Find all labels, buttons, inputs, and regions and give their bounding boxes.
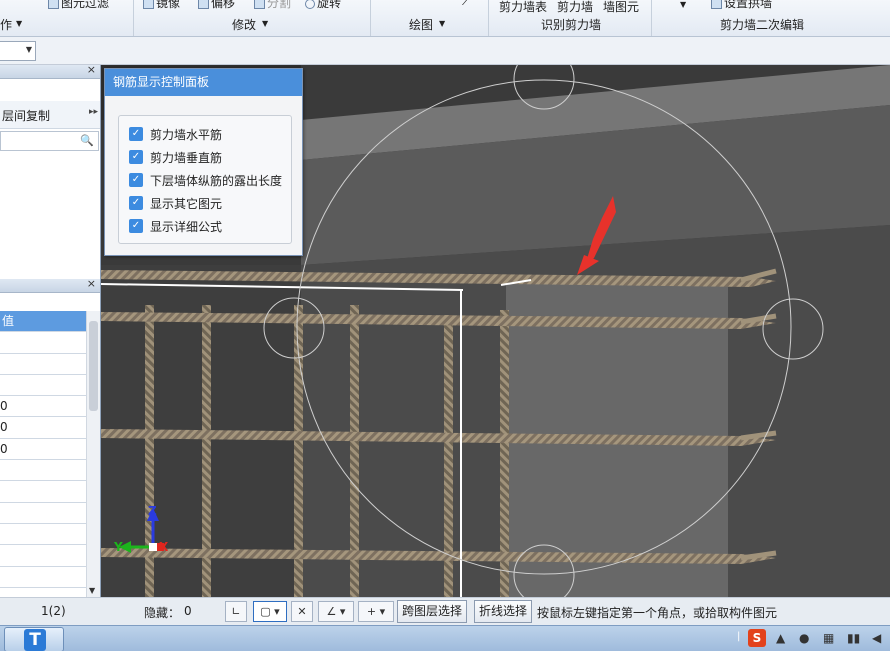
- checkbox-checked-icon[interactable]: ✓: [129, 127, 143, 141]
- filter-icon: [48, 0, 59, 9]
- status-bar: 1(2) 隐藏： 0 ∟ ▢ ▾ ✕ ∠ ▾ + ▾ 跨图层选择 折线选择 按鼠…: [0, 597, 890, 625]
- property-row[interactable]: 0: [0, 439, 86, 461]
- group-draw[interactable]: 绘图: [409, 16, 433, 33]
- rebar-option[interactable]: ✓ 显示其它图元: [129, 194, 222, 212]
- rebar-option-label: 显示其它图元: [150, 196, 223, 211]
- filter-button[interactable]: 图元过滤: [48, 0, 109, 11]
- checkbox-checked-icon[interactable]: ✓: [129, 150, 143, 164]
- group-operate[interactable]: 作: [0, 16, 12, 33]
- panel-title[interactable]: 钢筋显示控制面板: [105, 69, 302, 96]
- property-row[interactable]: [0, 332, 86, 354]
- search-input[interactable]: 🔍: [0, 131, 99, 151]
- floor-copy-button[interactable]: 层间复制: [2, 107, 50, 124]
- axis-z-label: Z: [148, 504, 157, 518]
- group-draw-dropdown-icon[interactable]: ▼: [439, 19, 445, 28]
- wall-element-button[interactable]: 墙图元: [603, 0, 639, 15]
- split-icon: [254, 0, 265, 9]
- angle-icon[interactable]: ∠ ▾: [318, 601, 354, 622]
- close-icon[interactable]: ×: [87, 63, 96, 76]
- component-list-header: ×: [0, 63, 100, 79]
- select-box-icon[interactable]: ▢ ▾: [253, 601, 287, 622]
- secondary-toolbar: ▼: [0, 37, 890, 65]
- left-panel: × 层间复制 ▸▸ 🔍 × 值 000 ▼: [0, 63, 101, 597]
- close-icon[interactable]: ×: [87, 277, 96, 290]
- property-row[interactable]: [0, 375, 86, 397]
- snap-off-icon[interactable]: ✕: [291, 601, 313, 622]
- edit-dropdown-icon[interactable]: ▼: [680, 0, 686, 9]
- property-row[interactable]: 0: [0, 396, 86, 418]
- arch-wall-icon: [711, 0, 722, 9]
- offset-icon: [198, 0, 209, 9]
- taskbar-app-button[interactable]: T: [4, 627, 64, 651]
- axis-x-label: X: [159, 540, 169, 554]
- ribbon: 图元过滤 作 ▼ 镜像 偏移 分割 旋转 修改 ▼ ⟋ 绘图 ▼ 剪力墙表 剪力…: [0, 0, 890, 37]
- group-identify-wall: 识别剪力墙: [541, 18, 602, 32]
- property-row[interactable]: [0, 567, 86, 588]
- qq-icon[interactable]: ●: [799, 631, 809, 645]
- signal-icon[interactable]: ▮▮: [847, 631, 860, 645]
- volume-icon[interactable]: ◀: [872, 631, 881, 645]
- property-row[interactable]: [0, 460, 86, 482]
- draw-line-icon[interactable]: ⟋: [462, 0, 470, 9]
- checkbox-checked-icon[interactable]: ✓: [129, 196, 143, 210]
- property-row[interactable]: [0, 503, 86, 524]
- status-hint: 按鼠标左键指定第一个角点，或拾取构件图元: [537, 606, 778, 620]
- option-group: ✓ 剪力墙水平筋 ✓ 剪力墙垂直筋 ✓ 下层墙体纵筋的露出长度 ✓ 显示其它图元 ✓ 显示详细公式: [118, 115, 292, 244]
- checkbox-checked-icon[interactable]: ✓: [129, 219, 143, 233]
- rebar-option-label: 剪力墙垂直筋: [150, 150, 223, 165]
- property-scrollbar[interactable]: ▼: [86, 311, 100, 597]
- property-row[interactable]: 0: [0, 417, 86, 439]
- group-wall-secondary-edit: 剪力墙二次编辑: [720, 18, 805, 32]
- property-value-header: 值: [0, 311, 86, 333]
- ortho-icon[interactable]: ∟: [225, 601, 247, 622]
- offset-button[interactable]: 偏移: [198, 0, 235, 11]
- rotate-icon: [305, 0, 315, 9]
- cross-layer-select-button[interactable]: 跨图层选择: [397, 600, 468, 623]
- property-panel-header: ×: [0, 277, 100, 293]
- rebar-display-panel: 钢筋显示控制面板 ✓ 剪力墙水平筋 ✓ 剪力墙垂直筋 ✓ 下层墙体纵筋的露出长度 ✓ 显示其它…: [104, 68, 303, 256]
- polyline-select-button[interactable]: 折线选择: [474, 600, 533, 623]
- set-arch-wall-button[interactable]: 设置拱墙: [711, 0, 772, 11]
- group-modify[interactable]: 修改: [232, 16, 256, 33]
- property-row[interactable]: [0, 545, 86, 567]
- rebar-option[interactable]: ✓ 下层墙体纵筋的露出长度: [129, 171, 282, 189]
- split-button[interactable]: 分割: [254, 0, 291, 11]
- more-icon[interactable]: ▸▸: [89, 107, 98, 117]
- rebar-option[interactable]: ✓ 剪力墙水平筋: [129, 125, 222, 143]
- chevron-down-icon: ▼: [25, 45, 32, 54]
- arrow-up-icon[interactable]: ▲: [776, 631, 785, 645]
- app-icon: T: [24, 629, 46, 651]
- group-modify-dropdown-icon[interactable]: ▼: [262, 19, 268, 28]
- rotate-button[interactable]: 旋转: [305, 0, 341, 11]
- rebar-option[interactable]: ✓ 剪力墙垂直筋: [129, 148, 222, 166]
- property-row[interactable]: [0, 524, 86, 546]
- rebar-option-label: 显示详细公式: [150, 219, 223, 234]
- rebar-option[interactable]: ✓ 显示详细公式: [129, 217, 222, 235]
- taskbar: T | S ▲ ● ▦ ▮▮ ◀: [0, 625, 890, 651]
- separator-icon: |: [737, 631, 741, 642]
- checkbox-checked-icon[interactable]: ✓: [129, 173, 143, 187]
- rebar-option-label: 下层墙体纵筋的露出长度: [150, 173, 283, 188]
- floor-combo[interactable]: ▼: [0, 41, 36, 61]
- sogou-icon[interactable]: S: [748, 629, 766, 647]
- scroll-down-icon[interactable]: ▼: [89, 586, 95, 595]
- group-operate-dropdown-icon[interactable]: ▼: [16, 19, 22, 28]
- scroll-thumb[interactable]: [89, 321, 98, 411]
- search-icon[interactable]: 🔍: [80, 134, 94, 147]
- mirror-button[interactable]: 镜像: [143, 0, 180, 11]
- network-icon[interactable]: ▦: [823, 631, 834, 645]
- hidden-count: 0: [184, 604, 192, 618]
- component-toolbar: 层间复制 ▸▸: [0, 101, 100, 129]
- property-row[interactable]: [0, 481, 86, 503]
- property-row[interactable]: [0, 354, 86, 375]
- mirror-icon: [143, 0, 154, 9]
- page-indicator: 1(2): [41, 604, 66, 618]
- offset-mode-icon[interactable]: + ▾: [358, 601, 394, 622]
- shear-wall-button[interactable]: 剪力墙: [557, 0, 593, 15]
- rebar-option-label: 剪力墙水平筋: [150, 127, 223, 142]
- property-table: 值 000: [0, 311, 86, 588]
- axis-y-label: Y: [113, 540, 123, 554]
- wall-table-button[interactable]: 剪力墙表: [499, 0, 547, 15]
- hidden-label: 隐藏：: [144, 606, 181, 620]
